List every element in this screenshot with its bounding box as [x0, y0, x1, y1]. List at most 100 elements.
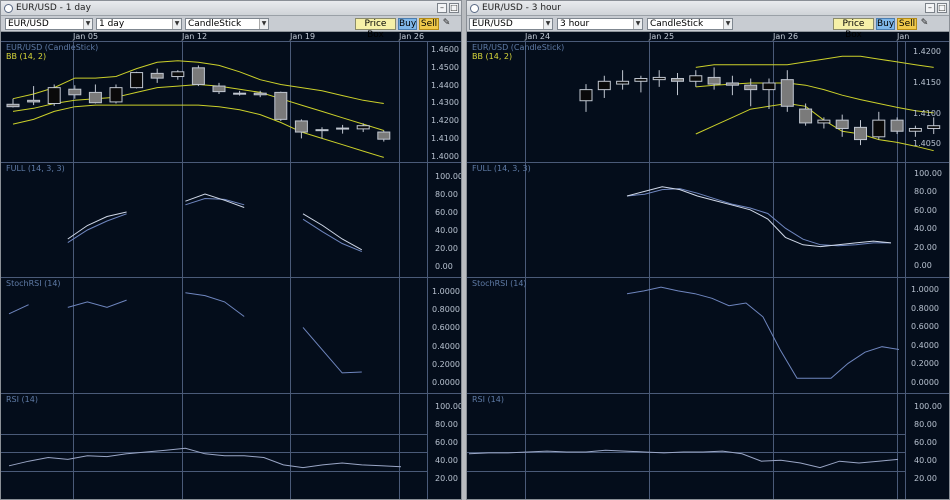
y-tick-label: 40.00 — [435, 226, 458, 235]
interval-select[interactable]: 1 day ▼ — [96, 18, 182, 30]
chevron-down-icon[interactable]: ▼ — [172, 19, 181, 29]
rsi-chart[interactable] — [1, 394, 462, 500]
chevron-down-icon[interactable]: ▼ — [633, 19, 642, 29]
candle — [780, 79, 794, 107]
candle — [274, 91, 288, 120]
stochrsi-chart[interactable] — [1, 278, 462, 395]
window-app-icon — [4, 4, 13, 13]
price-box-button[interactable]: Price Box — [833, 18, 874, 40]
candle — [671, 78, 684, 82]
stochrsi-line — [185, 292, 245, 317]
bollinger-bands — [695, 55, 934, 152]
y-tick-label: 0.00 — [914, 261, 932, 270]
stochastic-k-line — [185, 193, 245, 208]
stochrsi-pane[interactable]: StochRSI (14) 1.0000 0.8000 0.6000 0.400… — [1, 277, 462, 395]
y-tick-label: 40.00 — [435, 456, 458, 465]
y-tick-label: 60.00 — [435, 438, 458, 447]
stochastic-k-line — [302, 213, 363, 251]
candle — [762, 82, 776, 91]
pencil-icon[interactable]: ✎ — [919, 18, 930, 30]
y-tick-label: 0.8000 — [911, 304, 939, 313]
pencil-icon[interactable]: ✎ — [441, 18, 452, 30]
stochastic-k-line — [626, 186, 892, 248]
y-tick-label: 0.6000 — [432, 323, 460, 332]
buy-button[interactable]: Buy — [876, 18, 895, 30]
price-box-button[interactable]: Price Box — [355, 18, 396, 40]
date-axis: Jan 24 Jan 25 Jan 26 Jan — [467, 32, 949, 41]
y-tick-label: 1.4000 — [431, 152, 459, 161]
candle — [109, 87, 123, 103]
chart-type-select[interactable]: CandleStick ▼ — [185, 18, 269, 30]
y-tick-label: 1.4200 — [431, 116, 459, 125]
symbol-select[interactable]: EUR/USD ▼ — [469, 18, 553, 30]
symbol-select[interactable]: EUR/USD ▼ — [5, 18, 93, 30]
chevron-down-icon[interactable]: ▼ — [543, 19, 552, 29]
full-stochastic-pane[interactable]: FULL (14, 3, 3) 100.00 80.00 60.00 40.00… — [467, 162, 950, 279]
stochrsi-pane[interactable]: StochRSI (14) 1.0000 0.8000 0.6000 0.400… — [467, 277, 950, 395]
price-pane[interactable]: EUR/USD (CandleStick) BB (14, 2) 1.4600 … — [1, 41, 462, 164]
stochrsi-pane-label: StochRSI (14) — [472, 279, 527, 288]
minimize-button[interactable]: – — [437, 3, 447, 13]
y-tick-label: 100.00 — [914, 169, 942, 178]
minimize-button[interactable]: – — [925, 3, 935, 13]
sell-button[interactable]: Sell — [897, 18, 917, 30]
y-tick-label: 0.2000 — [911, 359, 939, 368]
y-tick-label: 80.00 — [435, 420, 458, 429]
price-chart[interactable] — [1, 42, 462, 164]
candle — [890, 119, 904, 132]
price-chart[interactable] — [467, 42, 950, 164]
window-titlebar[interactable]: EUR/USD - 1 day – □ — [1, 1, 461, 16]
candle — [68, 88, 82, 96]
full-stochastic-chart[interactable] — [467, 163, 950, 279]
candle — [6, 103, 20, 108]
chart-toolbar: EUR/USD ▼ 3 hour ▼ CandleStick ▼ Price Box … — [467, 16, 949, 40]
stochrsi-pane-label: StochRSI (14) — [6, 279, 61, 288]
chart-window-right[interactable]: EUR/USD - 3 hour – □ EUR/USD ▼ 3 hour ▼ Ca… — [466, 0, 950, 500]
price-pane[interactable]: EUR/USD (CandleStick) BB (14, 2) 1.4200 … — [467, 41, 950, 164]
y-tick-label: 1.0000 — [432, 287, 460, 296]
candle — [908, 127, 922, 132]
candle — [652, 76, 666, 81]
y-tick-label: 0.0000 — [911, 378, 939, 387]
maximize-button[interactable]: □ — [937, 3, 947, 13]
y-tick-label: 0.00 — [435, 262, 453, 271]
candle — [47, 87, 61, 104]
sell-button[interactable]: Sell — [419, 18, 439, 30]
chevron-down-icon[interactable]: ▼ — [259, 19, 268, 29]
maximize-button[interactable]: □ — [449, 3, 459, 13]
candle — [707, 76, 721, 85]
full-stochastic-chart[interactable] — [1, 163, 462, 279]
buy-button[interactable]: Buy — [398, 18, 417, 30]
window-title: EUR/USD - 3 hour — [482, 3, 561, 13]
window-titlebar[interactable]: EUR/USD - 3 hour – □ — [467, 1, 949, 16]
stochrsi-chart[interactable] — [467, 278, 950, 395]
full-stochastic-pane[interactable]: FULL (14, 3, 3) 100.00 80.00 60.00 40.00… — [1, 162, 462, 279]
chevron-down-icon[interactable]: ▼ — [83, 19, 92, 29]
date-axis: Jan 05 Jan 12 Jan 19 Jan 26 — [1, 32, 461, 41]
stochastic-d-line — [302, 218, 362, 253]
candle — [835, 119, 849, 129]
candle — [616, 80, 630, 85]
rsi-pane[interactable]: RSI (14) 100.00 80.00 60.00 40.00 20.00 — [1, 393, 462, 500]
y-tick-label: 0.0000 — [432, 378, 460, 387]
rsi-pane[interactable]: RSI (14) 100.00 80.00 60.00 40.00 20.00 — [467, 393, 950, 500]
y-tick-label: 60.00 — [435, 208, 458, 217]
chevron-down-icon[interactable]: ▼ — [723, 19, 732, 29]
bollinger-band-line — [695, 55, 934, 68]
y-tick-label: 20.00 — [435, 244, 458, 253]
y-tick-label: 40.00 — [914, 224, 937, 233]
candle — [212, 85, 226, 93]
chart-window-left[interactable]: EUR/USD - 1 day – □ EUR/USD ▼ 1 day ▼ Cand… — [0, 0, 462, 500]
interval-select[interactable]: 3 hour ▼ — [557, 18, 643, 30]
y-tick-label: 1.4200 — [913, 47, 941, 56]
y-tick-label: 1.4100 — [913, 109, 941, 118]
candle — [927, 125, 941, 129]
rsi-pane-label: RSI (14) — [472, 395, 504, 404]
chart-type-select[interactable]: CandleStick ▼ — [647, 18, 733, 30]
symbol-value: EUR/USD — [8, 19, 49, 29]
rsi-chart[interactable] — [467, 394, 950, 500]
stochastic-lines — [67, 193, 363, 253]
window-app-icon — [470, 4, 479, 13]
y-tick-label: 20.00 — [914, 243, 937, 252]
candle — [336, 127, 350, 130]
